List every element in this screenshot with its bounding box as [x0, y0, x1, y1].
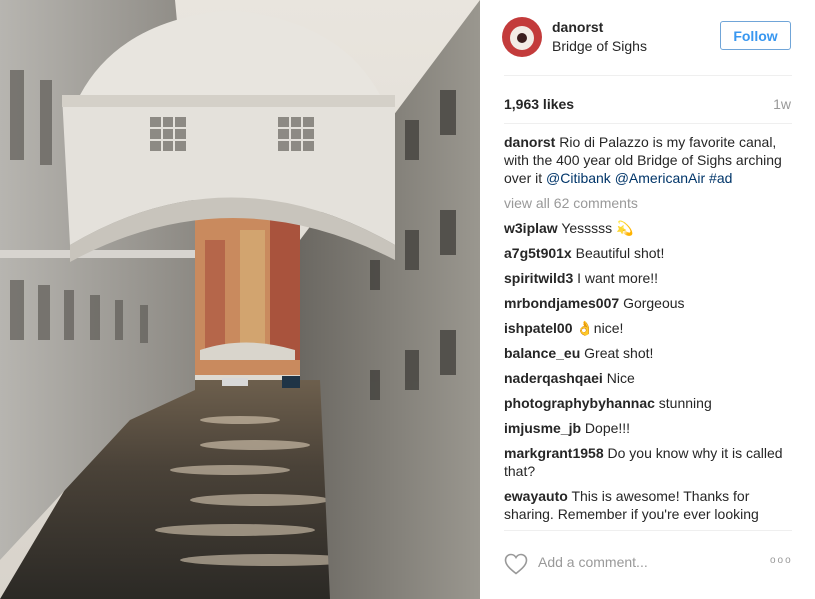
- comments-scroll-area[interactable]: danorst Rio di Palazzo is my favorite ca…: [504, 133, 794, 530]
- comment-username[interactable]: ewayauto: [504, 488, 568, 504]
- comment-item: balance_eu Great shot!: [504, 344, 794, 362]
- comment-item: ishpatel00 👌nice!: [504, 319, 794, 337]
- bridge-of-sighs-photo: [0, 0, 480, 599]
- post-details-panel: danorst Bridge of Sighs Follow 1,963 lik…: [480, 0, 815, 599]
- comment-text: Great shot!: [584, 345, 654, 361]
- comment-username[interactable]: markgrant1958: [504, 445, 604, 461]
- comment-username[interactable]: imjusme_jb: [504, 420, 581, 436]
- header-divider: [504, 75, 792, 76]
- view-all-comments-link[interactable]: view all 62 comments: [504, 194, 794, 212]
- comment-text: stunning: [658, 395, 712, 411]
- post-time[interactable]: 1w: [773, 96, 791, 112]
- comment-username[interactable]: photographybyhannac: [504, 395, 655, 411]
- comment-item: photographybyhannac stunning: [504, 394, 794, 412]
- comment-item: ewayauto This is awesome! Thanks for sha…: [504, 487, 794, 523]
- location-link[interactable]: Bridge of Sighs: [552, 38, 647, 54]
- post-header: danorst Bridge of Sighs Follow: [480, 0, 815, 75]
- hashtag-link[interactable]: #ad: [709, 170, 732, 186]
- username-link[interactable]: danorst: [552, 19, 603, 35]
- comment-username[interactable]: w3iplaw: [504, 220, 558, 236]
- comment-username[interactable]: balance_eu: [504, 345, 580, 361]
- comment-username[interactable]: ishpatel00: [504, 320, 572, 336]
- comment-text: Beautiful shot!: [575, 245, 665, 261]
- comment-text: Dope!!!: [584, 420, 631, 436]
- comment-text: Gorgeous: [623, 295, 685, 311]
- comment-item: mrbondjames007 Gorgeous: [504, 294, 794, 312]
- more-options-icon[interactable]: ooo: [770, 555, 796, 569]
- comment-text: Nice: [606, 370, 635, 386]
- comment-username[interactable]: mrbondjames007: [504, 295, 619, 311]
- comment-item: markgrant1958 Do you know why it is call…: [504, 444, 794, 480]
- mention-link[interactable]: @Citibank: [546, 170, 611, 186]
- comment-item: a7g5t901x Beautiful shot!: [504, 244, 794, 262]
- likes-divider: [504, 123, 792, 124]
- comment-text: 👌nice!: [576, 320, 624, 336]
- comment-text: I want more!!: [577, 270, 659, 286]
- comment-item: spiritwild3 I want more!!: [504, 269, 794, 287]
- comment-username[interactable]: a7g5t901x: [504, 245, 572, 261]
- caption: danorst Rio di Palazzo is my favorite ca…: [504, 133, 794, 187]
- comment-footer: ooo: [504, 545, 794, 585]
- comment-username[interactable]: spiritwild3: [504, 270, 573, 286]
- add-comment-input[interactable]: [538, 554, 758, 570]
- comment-text: Yesssss 💫: [561, 220, 634, 236]
- avatar[interactable]: [502, 17, 542, 57]
- comment-item: imjusme_jb Dope!!!: [504, 419, 794, 437]
- comment-item: w3iplaw Yesssss 💫: [504, 219, 794, 237]
- likes-count[interactable]: 1,963 likes: [504, 96, 574, 112]
- footer-divider: [504, 530, 792, 531]
- post-photo[interactable]: [0, 0, 480, 599]
- comment-username[interactable]: naderqashqaei: [504, 370, 603, 386]
- mention-link[interactable]: @AmericanAir: [615, 170, 705, 186]
- avatar-mark: [517, 33, 527, 43]
- comment-item: naderqashqaei Nice: [504, 369, 794, 387]
- follow-button[interactable]: Follow: [720, 21, 791, 50]
- caption-username[interactable]: danorst: [504, 134, 555, 150]
- heart-icon[interactable]: [504, 553, 528, 575]
